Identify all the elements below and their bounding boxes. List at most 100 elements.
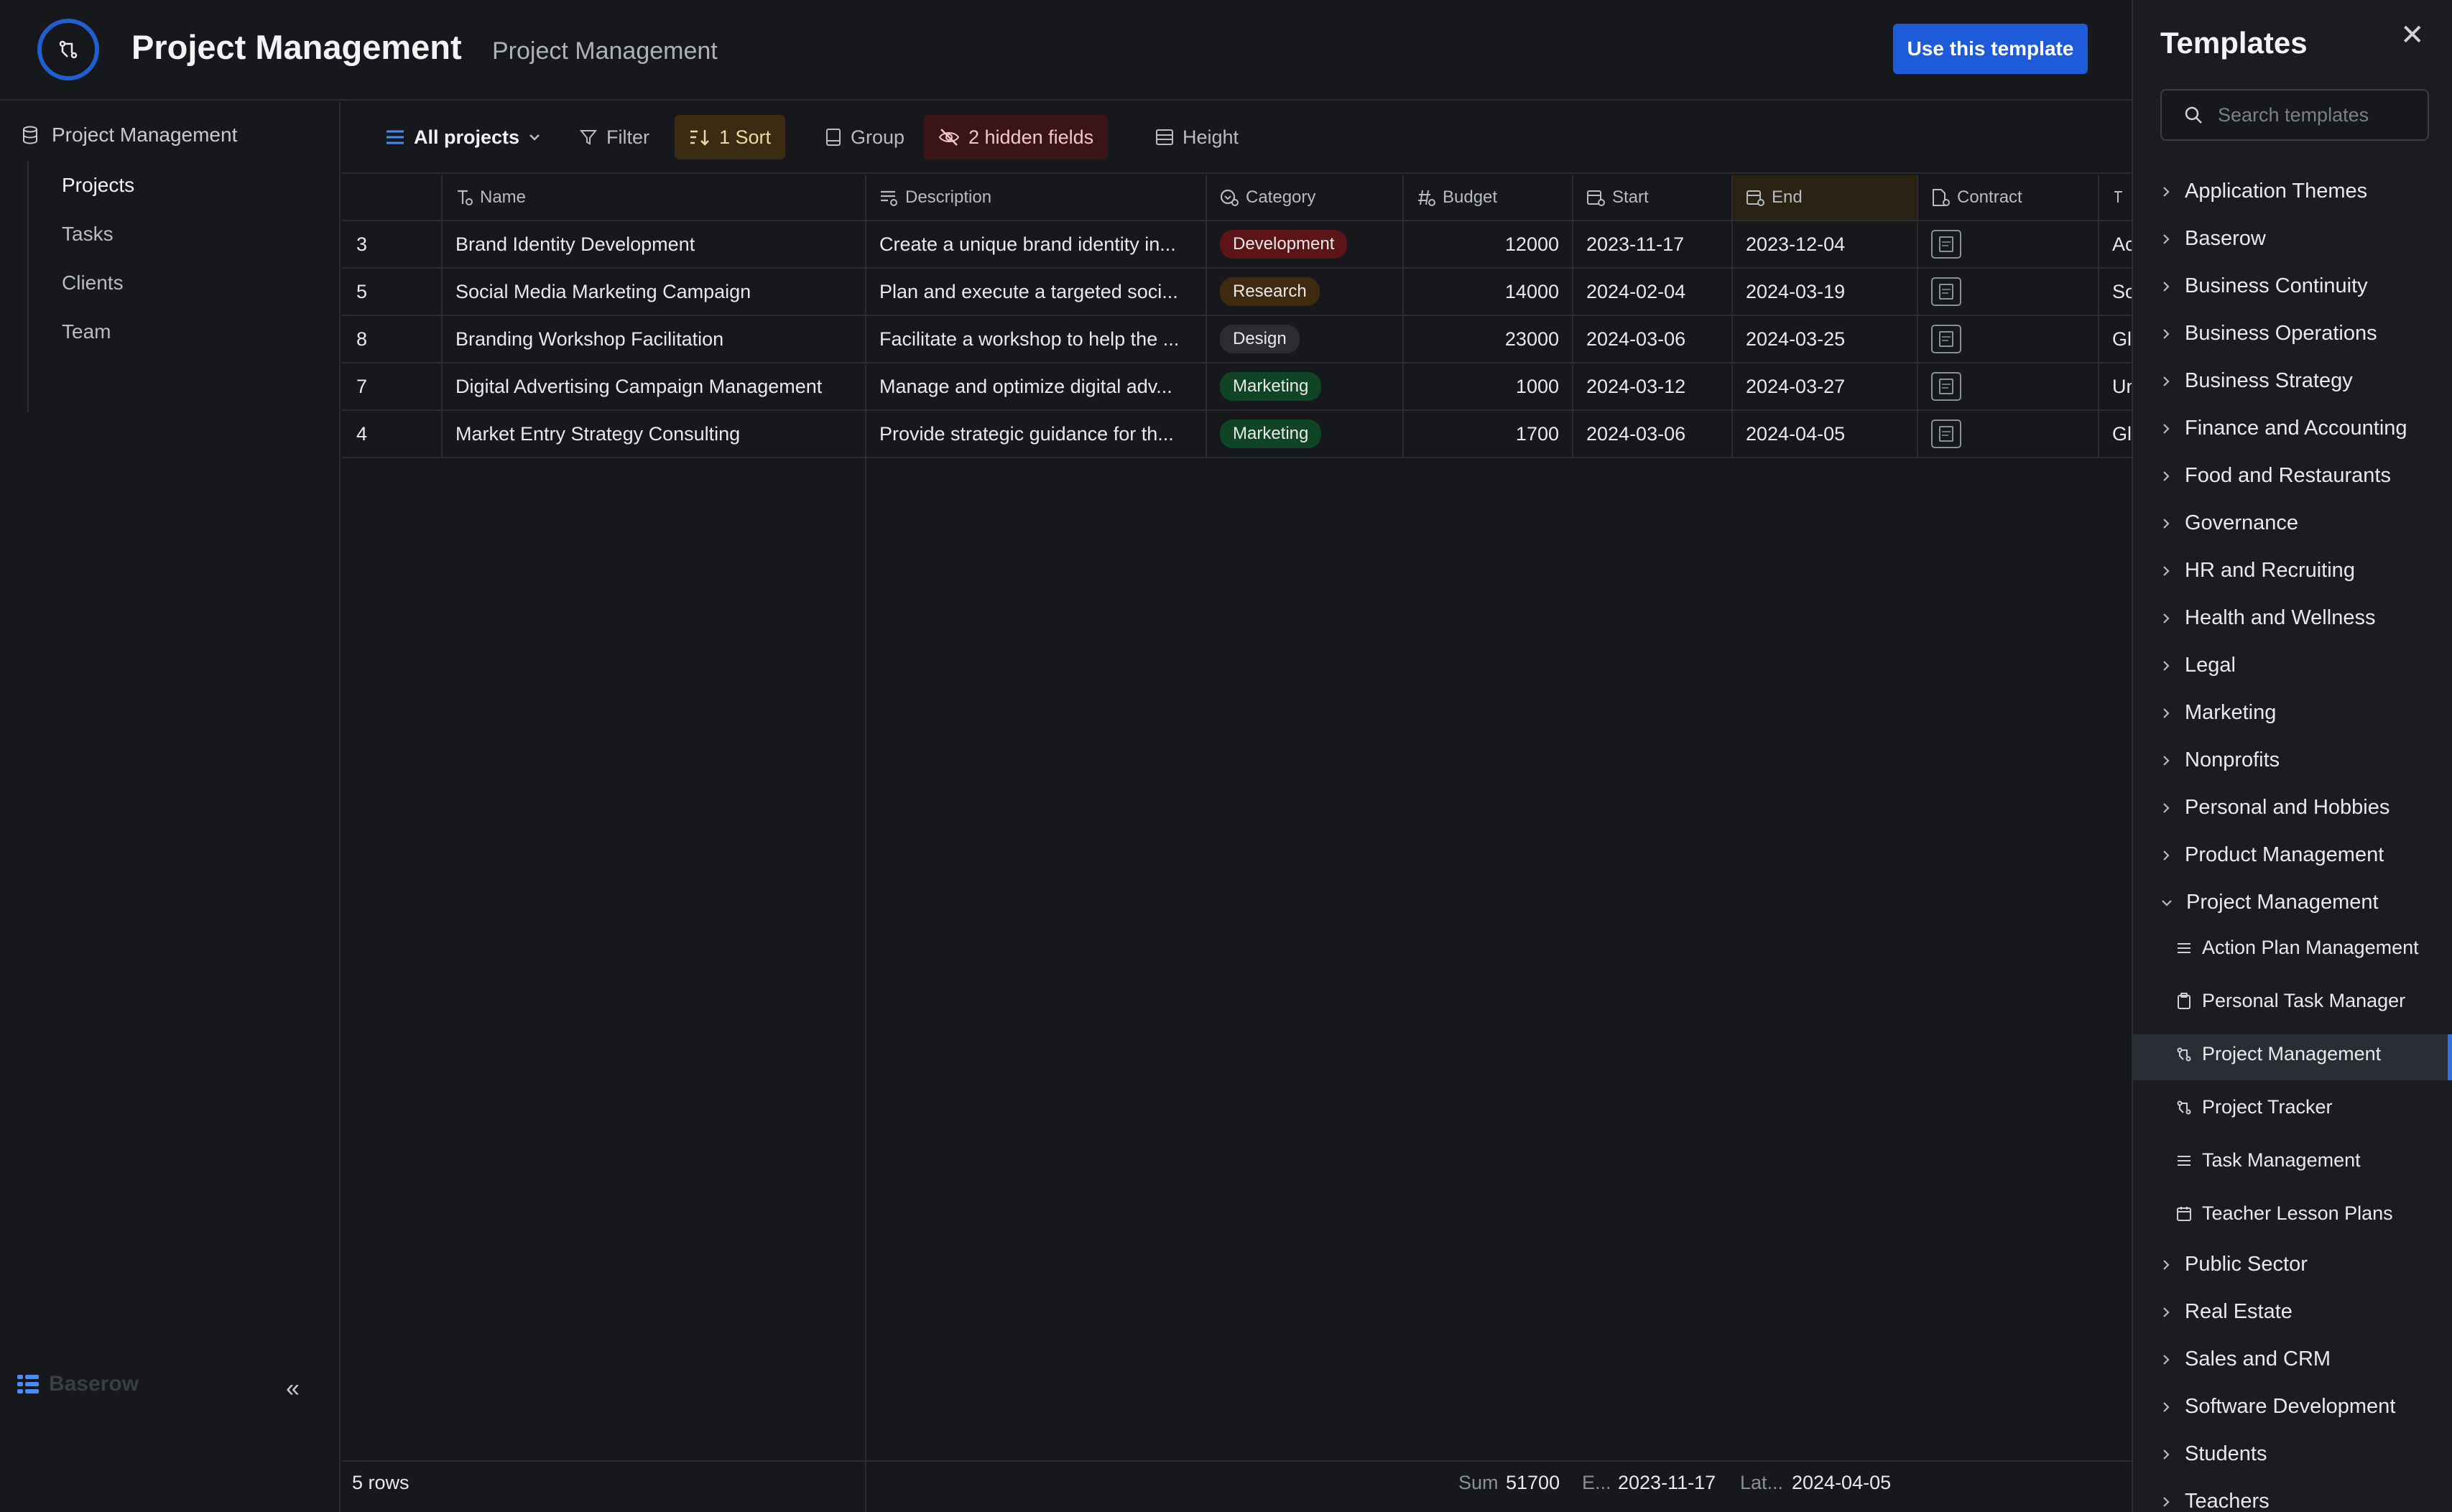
- cell-end[interactable]: 2024-03-19: [1733, 269, 1918, 316]
- column-header-name[interactable]: Name: [443, 175, 866, 221]
- cell-category[interactable]: Design: [1207, 316, 1404, 363]
- template-category[interactable]: Governance: [2160, 511, 2298, 535]
- template-item[interactable]: Teacher Lesson Plans: [2176, 1202, 2393, 1225]
- cell-contract[interactable]: [1918, 316, 2099, 363]
- cell-category[interactable]: Research: [1207, 269, 1404, 316]
- sidebar-item-projects[interactable]: Projects: [62, 174, 134, 197]
- cell-overflow[interactable]: Un: [2099, 363, 2132, 411]
- sidebar-item-tasks[interactable]: Tasks: [62, 223, 114, 246]
- template-item[interactable]: Action Plan Management: [2176, 937, 2419, 959]
- hidden-fields-button[interactable]: 2 hidden fields: [924, 115, 1109, 159]
- template-category[interactable]: Food and Restaurants: [2160, 464, 2391, 488]
- cell-row-id[interactable]: 4: [342, 411, 443, 458]
- cell-name[interactable]: Market Entry Strategy Consulting: [443, 411, 866, 458]
- template-category[interactable]: Business Operations: [2160, 322, 2377, 345]
- cell-description[interactable]: Facilitate a workshop to help the ...: [866, 316, 1207, 363]
- template-category[interactable]: Nonprofits: [2160, 748, 2280, 772]
- collapse-sidebar-icon[interactable]: «: [286, 1375, 300, 1403]
- template-category[interactable]: Public Sector: [2160, 1253, 2308, 1276]
- template-item[interactable]: Task Management: [2176, 1149, 2361, 1172]
- template-category[interactable]: Personal and Hobbies: [2160, 796, 2389, 820]
- cell-overflow[interactable]: So: [2099, 269, 2132, 316]
- template-item[interactable]: Project Tracker: [2176, 1096, 2333, 1118]
- cell-name[interactable]: Brand Identity Development: [443, 221, 866, 269]
- cell-row-id[interactable]: 7: [342, 363, 443, 411]
- earliest-label[interactable]: E...: [1582, 1472, 1611, 1494]
- cell-row-id[interactable]: 3: [342, 221, 443, 269]
- cell-row-id[interactable]: 8: [342, 316, 443, 363]
- template-category[interactable]: Software Development: [2160, 1395, 2395, 1419]
- cell-category[interactable]: Marketing: [1207, 411, 1404, 458]
- template-category[interactable]: Legal: [2160, 654, 2236, 677]
- cell-description[interactable]: Manage and optimize digital adv...: [866, 363, 1207, 411]
- close-icon[interactable]: ✕: [2400, 19, 2425, 52]
- cell-budget[interactable]: 1700: [1404, 411, 1573, 458]
- latest-label[interactable]: Lat...: [1740, 1472, 1783, 1494]
- cell-start[interactable]: 2024-03-06: [1573, 316, 1733, 363]
- cell-name[interactable]: Digital Advertising Campaign Management: [443, 363, 866, 411]
- cell-contract[interactable]: [1918, 363, 2099, 411]
- template-category[interactable]: Product Management: [2160, 843, 2384, 867]
- template-category[interactable]: Application Themes: [2160, 180, 2367, 203]
- template-category[interactable]: Project Management: [2160, 891, 2379, 914]
- cell-overflow[interactable]: Gl: [2099, 411, 2132, 458]
- sidebar-item-team[interactable]: Team: [62, 320, 111, 343]
- cell-end[interactable]: 2024-04-05: [1733, 411, 1918, 458]
- baserow-brand[interactable]: Baserow: [17, 1372, 139, 1396]
- cell-overflow[interactable]: Gl: [2099, 316, 2132, 363]
- cell-name[interactable]: Branding Workshop Facilitation: [443, 316, 866, 363]
- cell-start[interactable]: 2024-03-12: [1573, 363, 1733, 411]
- cell-end[interactable]: 2024-03-27: [1733, 363, 1918, 411]
- cell-budget[interactable]: 23000: [1404, 316, 1573, 363]
- sum-label[interactable]: Sum: [1458, 1472, 1499, 1494]
- column-header-contract[interactable]: Contract: [1918, 175, 2099, 221]
- templates-search-input[interactable]: Search templates: [2160, 89, 2429, 141]
- template-category[interactable]: Health and Wellness: [2160, 606, 2375, 630]
- cell-description[interactable]: Create a unique brand identity in...: [866, 221, 1207, 269]
- template-item[interactable]: Personal Task Manager: [2176, 990, 2405, 1012]
- sort-button[interactable]: 1 Sort: [675, 115, 786, 159]
- template-category[interactable]: Marketing: [2160, 701, 2276, 725]
- cell-name[interactable]: Social Media Marketing Campaign: [443, 269, 866, 316]
- template-category[interactable]: Students: [2160, 1442, 2267, 1466]
- cell-start[interactable]: 2024-02-04: [1573, 269, 1733, 316]
- column-header-start[interactable]: Start: [1573, 175, 1733, 221]
- cell-overflow[interactable]: Ac: [2099, 221, 2132, 269]
- cell-category[interactable]: Marketing: [1207, 363, 1404, 411]
- column-header-category[interactable]: Category: [1207, 175, 1404, 221]
- cell-start[interactable]: 2023-11-17: [1573, 221, 1733, 269]
- cell-budget[interactable]: 12000: [1404, 221, 1573, 269]
- cell-row-id[interactable]: 5: [342, 269, 443, 316]
- row-height-button[interactable]: Height: [1141, 115, 1253, 159]
- cell-budget[interactable]: 14000: [1404, 269, 1573, 316]
- cell-contract[interactable]: [1918, 221, 2099, 269]
- cell-contract[interactable]: [1918, 269, 2099, 316]
- template-category[interactable]: HR and Recruiting: [2160, 559, 2355, 583]
- template-category[interactable]: Finance and Accounting: [2160, 417, 2407, 440]
- cell-end[interactable]: 2024-03-25: [1733, 316, 1918, 363]
- template-category[interactable]: Real Estate: [2160, 1300, 2293, 1324]
- template-item[interactable]: Project Management: [2176, 1043, 2381, 1065]
- template-category[interactable]: Teachers: [2160, 1490, 2270, 1512]
- cell-description[interactable]: Plan and execute a targeted soci...: [866, 269, 1207, 316]
- cell-contract[interactable]: [1918, 411, 2099, 458]
- column-header-description[interactable]: Description: [866, 175, 1207, 221]
- cell-category[interactable]: Development: [1207, 221, 1404, 269]
- use-template-button[interactable]: Use this template: [1893, 24, 2088, 74]
- cell-budget[interactable]: 1000: [1404, 363, 1573, 411]
- view-selector[interactable]: All projects: [356, 115, 555, 159]
- template-category[interactable]: Baserow: [2160, 227, 2266, 251]
- filter-button[interactable]: Filter: [565, 115, 664, 159]
- column-header-end[interactable]: End: [1733, 175, 1918, 221]
- cell-end[interactable]: 2023-12-04: [1733, 221, 1918, 269]
- sidebar-database[interactable]: Project Management: [22, 124, 237, 147]
- column-header-budget[interactable]: Budget: [1404, 175, 1573, 221]
- cell-description[interactable]: Provide strategic guidance for th...: [866, 411, 1207, 458]
- template-category[interactable]: Business Continuity: [2160, 274, 2368, 298]
- template-category[interactable]: Business Strategy: [2160, 369, 2353, 393]
- group-button[interactable]: Group: [810, 115, 919, 159]
- template-category[interactable]: Sales and CRM: [2160, 1348, 2331, 1371]
- sidebar-item-clients[interactable]: Clients: [62, 272, 124, 294]
- cell-start[interactable]: 2024-03-06: [1573, 411, 1733, 458]
- column-header-more[interactable]: [2099, 175, 2132, 221]
